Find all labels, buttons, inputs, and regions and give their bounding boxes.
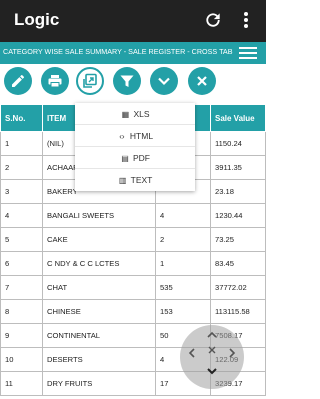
table-row[interactable]: 8 CHINESE 153 113115.58: [0, 299, 266, 324]
table-cell: 3911.35: [210, 155, 266, 180]
report-header: CATEGORY WISE SALE SUMMARY - SALE REGIST…: [0, 42, 266, 64]
table-cell: 11: [0, 371, 43, 396]
table-cell: 2: [155, 227, 211, 252]
table-cell: 1230.44: [210, 203, 266, 228]
table-cell: CHAT: [42, 275, 156, 300]
pdf-file-icon: ▤: [121, 154, 129, 163]
print-icon: [48, 75, 62, 88]
table-cell: CAKE: [42, 227, 156, 252]
collapse-button[interactable]: [150, 67, 178, 95]
report-toolbar: [0, 64, 266, 102]
table-cell: 1: [155, 251, 211, 276]
table-cell: C NDY & C C LCTES: [42, 251, 156, 276]
export-xls-item[interactable]: ▦ XLS: [75, 103, 195, 125]
export-button[interactable]: [76, 67, 104, 95]
table-cell: 4: [155, 203, 211, 228]
column-header[interactable]: S.No.: [0, 104, 43, 132]
table-cell: 7: [0, 275, 43, 300]
table-cell: 4: [0, 203, 43, 228]
export-html-item[interactable]: ‹› HTML: [75, 125, 195, 147]
table-row[interactable]: 4 BANGALI SWEETS 4 1230.44: [0, 203, 266, 228]
text-file-icon: ▥: [118, 176, 127, 185]
table-cell: 10: [0, 347, 43, 372]
table-cell: 5: [0, 227, 43, 252]
table-row[interactable]: 6C NDY & C C LCTES 1 83.45: [0, 251, 266, 276]
close-icon: [197, 76, 207, 86]
table-cell: DRY FRUITS: [42, 371, 156, 396]
html-code-icon: ‹›: [119, 132, 125, 141]
table-cell: 73.25: [210, 227, 266, 252]
table-cell: 3: [0, 179, 43, 204]
export-text-item[interactable]: ▥ TEXT: [75, 169, 195, 191]
table-cell: 23.18: [210, 179, 266, 204]
table-cell: 113115.58: [210, 299, 266, 324]
table-row[interactable]: 5 CAKE 2 73.25: [0, 227, 266, 252]
table-cell: 2: [0, 155, 43, 180]
table-cell: 1: [0, 131, 43, 156]
edit-icon: [12, 74, 25, 87]
table-cell: CONTINENTAL: [42, 323, 156, 348]
report-subtitle: CATEGORY WISE SALE SUMMARY - SALE REGIST…: [3, 47, 233, 56]
close-button[interactable]: [188, 67, 216, 95]
table-cell: 37772.02: [210, 275, 266, 300]
table-cell: 8: [0, 299, 43, 324]
navigation-arrows-icon: [188, 331, 236, 375]
refresh-icon[interactable]: [203, 10, 223, 30]
export-menu: ▦ XLS ‹› HTML ▤ PDF ▥ TEXT: [75, 103, 195, 191]
table-cell: CHINESE: [42, 299, 156, 324]
table-cell: 1150.24: [210, 131, 266, 156]
hamburger-menu-icon[interactable]: [238, 45, 258, 61]
app-bar: Logic: [0, 0, 266, 42]
export-icon: [83, 73, 97, 88]
table-cell: 83.45: [210, 251, 266, 276]
table-row[interactable]: 7 CHAT 535 37772.02: [0, 275, 266, 300]
overflow-menu-icon[interactable]: [240, 10, 252, 30]
print-button[interactable]: [41, 67, 69, 95]
edit-button[interactable]: [4, 67, 32, 95]
table-cell: 535: [155, 275, 211, 300]
export-pdf-item[interactable]: ▤ PDF: [75, 147, 195, 169]
table-cell: 153: [155, 299, 211, 324]
filter-button[interactable]: [113, 67, 141, 95]
column-header[interactable]: Sale Value: [210, 104, 266, 132]
table-cell: BANGALI SWEETS: [42, 203, 156, 228]
table-cell: 6: [0, 251, 43, 276]
table-cell: 9: [0, 323, 43, 348]
app-title: Logic: [14, 10, 60, 29]
navigation-pad[interactable]: [180, 325, 244, 389]
xls-file-icon: ▦: [121, 110, 130, 119]
filter-icon: [120, 75, 134, 87]
table-cell: DESERTS: [42, 347, 156, 372]
chevron-down-icon: [158, 77, 170, 86]
